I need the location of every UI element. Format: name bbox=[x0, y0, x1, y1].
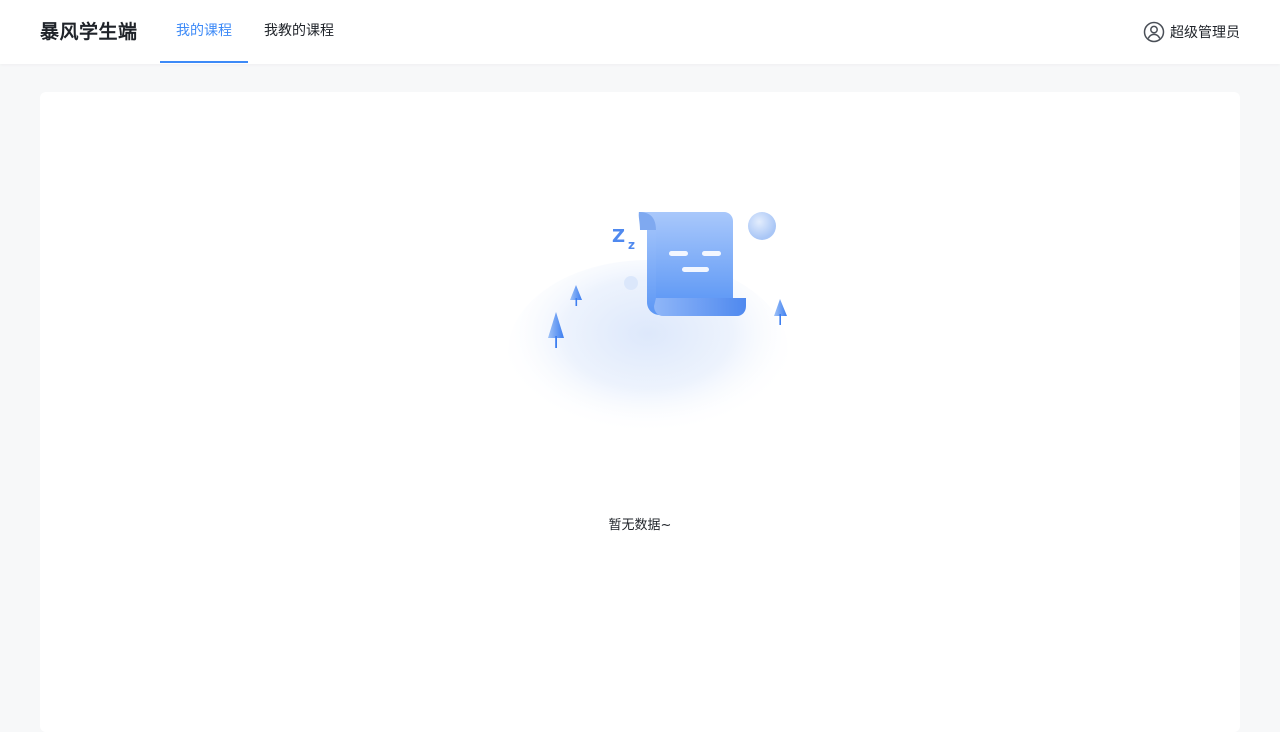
bubble-icon bbox=[748, 212, 776, 240]
document-icon bbox=[638, 212, 746, 316]
svg-text:z: z bbox=[628, 238, 635, 252]
tab-my-courses[interactable]: 我的课程 bbox=[160, 0, 248, 63]
app-brand: 暴风学生端 bbox=[40, 21, 138, 43]
user-circle-icon bbox=[1143, 21, 1165, 43]
tab-teaching-courses[interactable]: 我教的课程 bbox=[248, 0, 350, 63]
user-menu[interactable]: 超级管理员 bbox=[1143, 20, 1240, 44]
top-header: 暴风学生端 我的课程 我教的课程 超级管理员 bbox=[0, 0, 1280, 64]
sleep-z-icon: Z z bbox=[612, 226, 635, 252]
empty-state-text: 暂无数据~ bbox=[608, 518, 672, 533]
nav-tabs: 我的课程 我教的课程 bbox=[160, 0, 350, 64]
svg-text:Z: Z bbox=[612, 226, 625, 247]
empty-scroll-illustration: Z z bbox=[508, 212, 788, 444]
user-name: 超级管理员 bbox=[1170, 25, 1240, 41]
content-card: Z z 暂无数据~ bbox=[40, 92, 1240, 732]
bubble-icon bbox=[624, 276, 638, 290]
